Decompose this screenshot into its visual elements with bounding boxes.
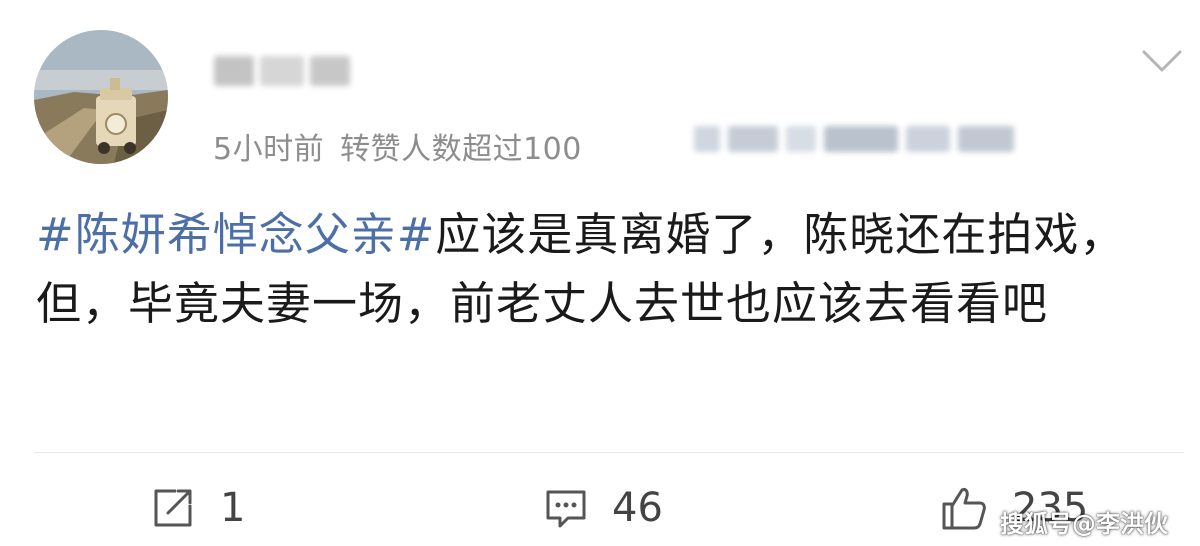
- username-redacted: [208, 50, 360, 92]
- comment-count: 46: [612, 485, 663, 531]
- avatar-image: [34, 30, 168, 164]
- watermark: 搜狐号@李洪伙: [1000, 510, 1168, 538]
- post-time: 5小时前: [213, 132, 325, 167]
- repost-count: 1: [220, 485, 246, 531]
- avatar[interactable]: [34, 30, 168, 164]
- chevron-down-icon[interactable]: [1140, 48, 1184, 74]
- share-icon: [154, 489, 192, 527]
- repost-button[interactable]: 1: [150, 480, 245, 536]
- repost-note: 转赞人数超过100: [340, 132, 582, 167]
- source-redacted: [690, 118, 1020, 162]
- thumbs-up-icon: [942, 488, 986, 530]
- divider: [34, 452, 1184, 453]
- comment-button[interactable]: 46: [544, 480, 663, 536]
- post-content: #陈妍希悼念父亲#应该是真离婚了，陈晓还在拍戏，但，毕竟夫妻一场，前老丈人去世也…: [36, 200, 1176, 338]
- hashtag-link[interactable]: #陈妍希悼念父亲#: [36, 208, 435, 261]
- post-meta: 5小时前 转赞人数超过100: [213, 124, 582, 167]
- comment-icon: [546, 490, 586, 528]
